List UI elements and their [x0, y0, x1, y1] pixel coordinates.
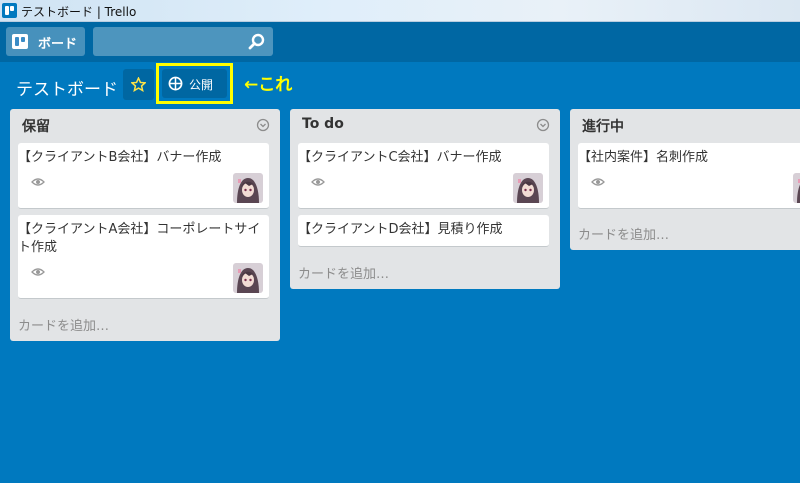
- app-header: ボード: [0, 22, 800, 62]
- card-title: 【クライアントC会社】バナー作成: [298, 150, 502, 165]
- globe-icon: [168, 76, 183, 91]
- card-title: 【クライアントD会社】見積り作成: [298, 222, 503, 237]
- window-titlebar: テストボード | Trello: [0, 0, 800, 22]
- card-title: 【社内案件】名刺作成: [578, 150, 709, 165]
- member-avatar[interactable]: [513, 173, 543, 203]
- board-title[interactable]: テストボード: [16, 75, 118, 100]
- eye-icon: [31, 268, 45, 276]
- list-title[interactable]: 進行中: [582, 116, 624, 136]
- member-avatar[interactable]: [233, 173, 263, 203]
- list-title[interactable]: To do: [302, 116, 344, 132]
- star-icon: [131, 77, 146, 92]
- list-card[interactable]: 【クライアントA会社】コーポレートサイト作成: [18, 215, 269, 299]
- member-avatar[interactable]: [233, 263, 263, 293]
- boards-button-label: ボード: [38, 37, 78, 52]
- boards-button[interactable]: ボード: [6, 27, 85, 56]
- trello-app-icon: [2, 3, 17, 18]
- card-title: 【クライアントB会社】バナー作成: [18, 150, 222, 165]
- card-title: 【クライアントA会社】コーポレートサイト作成: [18, 222, 261, 255]
- annotation-arrow-label: ←これ: [244, 75, 293, 95]
- list-card[interactable]: 【社内案件】名刺作成: [578, 143, 800, 209]
- add-card-link[interactable]: カードを追加…: [578, 224, 669, 243]
- list-on-hold: 保留 【クライアントB会社】バナー作成 【クライアントA会社】コーポレートサイト…: [10, 109, 280, 341]
- visibility-label: 公開: [189, 78, 214, 92]
- board-icon: [12, 34, 28, 49]
- list-card[interactable]: 【クライアントB会社】バナー作成: [18, 143, 269, 209]
- search-input[interactable]: [93, 27, 273, 56]
- list-card[interactable]: 【クライアントD会社】見積り作成: [298, 215, 549, 247]
- eye-icon: [31, 178, 45, 186]
- list-title[interactable]: 保留: [22, 116, 50, 136]
- window-title: テストボード | Trello: [21, 5, 137, 19]
- member-avatar[interactable]: [793, 173, 800, 203]
- search-icon[interactable]: [248, 33, 266, 51]
- add-card-link[interactable]: カードを追加…: [18, 315, 109, 334]
- list-menu-icon[interactable]: [256, 118, 270, 132]
- star-board-button[interactable]: [123, 69, 154, 100]
- list-in-progress: 進行中 【社内案件】名刺作成 カードを追加…: [570, 109, 800, 250]
- eye-icon: [591, 178, 605, 186]
- list-menu-icon[interactable]: [536, 118, 550, 132]
- visibility-highlight-box: 公開: [156, 63, 233, 104]
- eye-icon: [311, 178, 325, 186]
- visibility-button[interactable]: 公開: [162, 69, 227, 98]
- list-card[interactable]: 【クライアントC会社】バナー作成: [298, 143, 549, 209]
- list-todo: To do 【クライアントC会社】バナー作成 【クライアントD会社】見積り作成 …: [290, 109, 560, 289]
- add-card-link[interactable]: カードを追加…: [298, 263, 389, 282]
